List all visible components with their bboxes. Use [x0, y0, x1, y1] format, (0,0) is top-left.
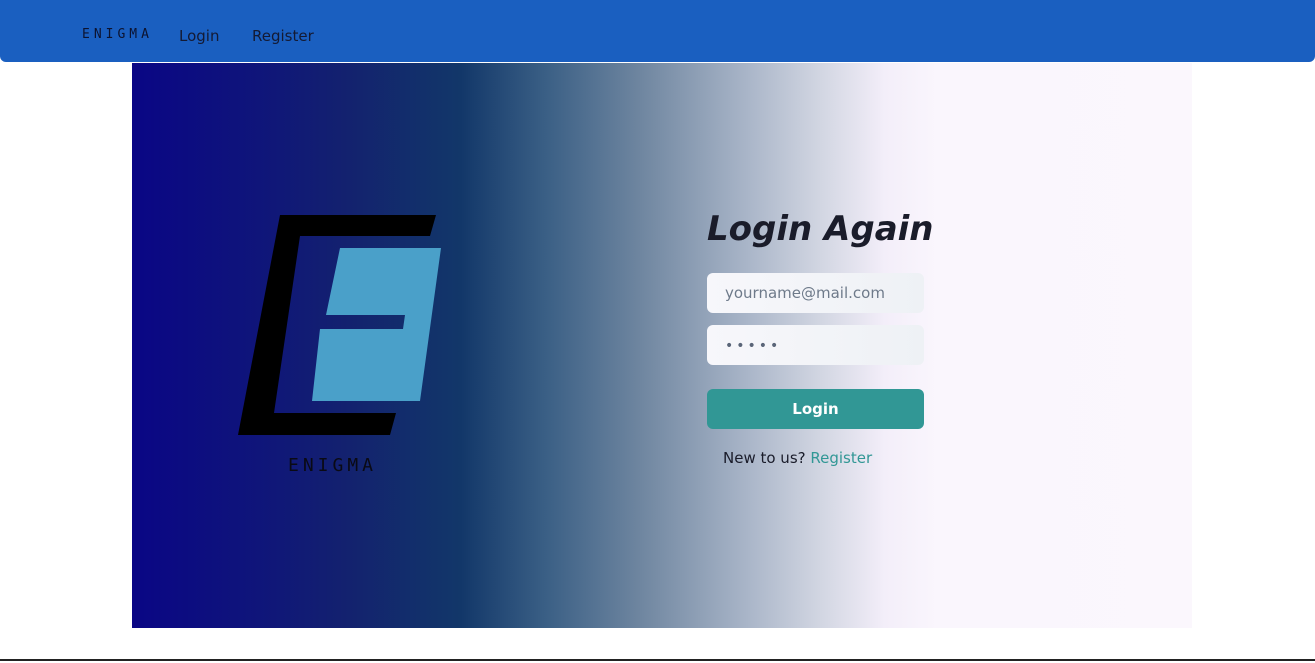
register-prompt: New to us? Register — [723, 449, 872, 467]
email-input[interactable] — [707, 273, 924, 313]
register-prompt-text: New to us? — [723, 449, 806, 467]
logo-block — [312, 248, 441, 401]
nav-register-link[interactable]: Register — [252, 27, 314, 45]
brand-logo[interactable]: ENIGMA — [82, 27, 153, 42]
login-heading: Login Again — [707, 209, 934, 249]
register-link[interactable]: Register — [810, 449, 872, 467]
login-button[interactable]: Login — [707, 389, 924, 429]
bottom-divider — [0, 659, 1315, 663]
logo-caption: ENIGMA — [288, 455, 378, 476]
password-input[interactable] — [707, 325, 924, 365]
nav-login-link[interactable]: Login — [179, 27, 219, 45]
enigma-logo-icon — [238, 215, 441, 435]
login-panel: ENIGMA Login Again Login New to us? Regi… — [132, 63, 1192, 628]
top-navbar: ENIGMA Login Register — [0, 0, 1315, 62]
